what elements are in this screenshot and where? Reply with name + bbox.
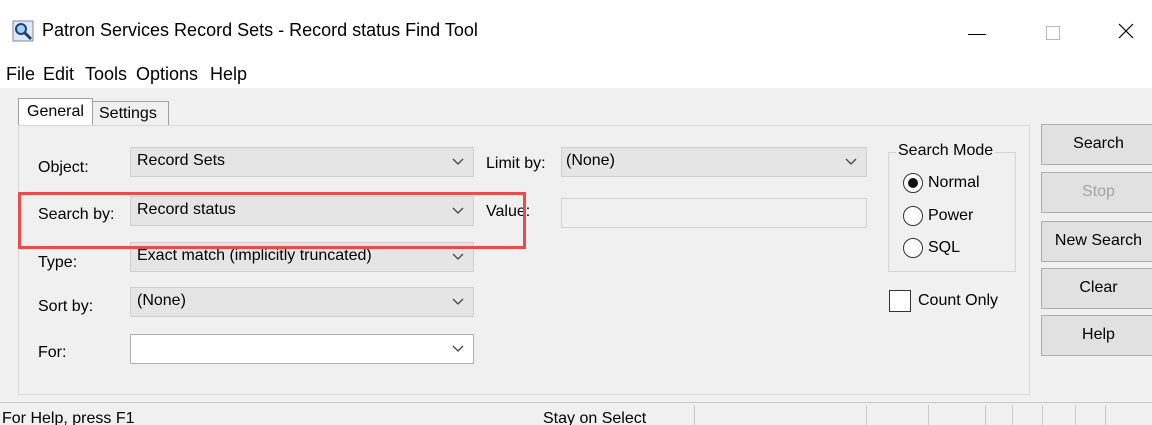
menu-bar: File Edit Tools Options Help xyxy=(0,62,1152,88)
status-divider xyxy=(866,405,867,425)
new-search-button[interactable]: New Search xyxy=(1041,221,1152,262)
chevron-down-icon xyxy=(452,345,464,352)
chevron-down-icon xyxy=(452,253,464,260)
status-divider xyxy=(1012,405,1013,425)
window-title: Patron Services Record Sets - Record sta… xyxy=(42,20,478,40)
minimize-button[interactable] xyxy=(958,14,998,48)
tab-general[interactable]: General xyxy=(18,98,93,126)
type-label: Type: xyxy=(38,254,78,271)
new-search-button-label: New Search xyxy=(1054,232,1143,249)
status-divider xyxy=(1042,405,1043,425)
limit-by-dropdown[interactable]: (None) xyxy=(561,147,867,177)
menu-help[interactable]: Help xyxy=(210,64,247,85)
object-dropdown[interactable]: Record Sets xyxy=(130,147,474,177)
count-only-checkbox[interactable] xyxy=(889,290,911,312)
sort-by-value: (None) xyxy=(137,292,186,309)
menu-tools[interactable]: Tools xyxy=(85,64,127,85)
status-help-text: For Help, press F1 xyxy=(2,410,135,425)
tab-settings[interactable]: Settings xyxy=(93,101,169,126)
power-radio-label: Power xyxy=(928,207,974,224)
close-button[interactable] xyxy=(1104,14,1148,48)
tab-settings-label: Settings xyxy=(99,105,157,122)
help-button-label: Help xyxy=(1082,326,1115,343)
close-icon xyxy=(1118,23,1134,39)
normal-radio-label: Normal xyxy=(928,174,980,191)
object-label: Object: xyxy=(38,159,89,176)
clear-button-label: Clear xyxy=(1079,279,1118,296)
power-radio[interactable] xyxy=(903,206,923,226)
search-button[interactable]: Search xyxy=(1041,124,1152,165)
status-divider xyxy=(928,405,929,425)
sql-radio[interactable] xyxy=(903,238,923,258)
status-divider xyxy=(694,405,695,425)
status-bar: For Help, press F1 Stay on Select xyxy=(0,402,1152,425)
chevron-down-icon xyxy=(845,158,857,165)
sort-by-dropdown[interactable]: (None) xyxy=(130,287,474,317)
chevron-down-icon xyxy=(452,158,464,165)
normal-radio[interactable] xyxy=(903,173,923,193)
menu-options[interactable]: Options xyxy=(136,64,198,85)
for-label: For: xyxy=(38,344,67,361)
clear-button[interactable]: Clear xyxy=(1041,268,1152,309)
search-mode-title: Search Mode xyxy=(896,142,996,160)
value-field[interactable] xyxy=(561,198,867,228)
chevron-down-icon xyxy=(452,298,464,305)
sort-by-label: Sort by: xyxy=(38,298,94,315)
search-by-highlight xyxy=(18,192,526,249)
object-value: Record Sets xyxy=(137,152,226,169)
type-value: Exact match (implicitly truncated) xyxy=(137,247,372,264)
magnifier-app-icon xyxy=(12,20,34,42)
menu-edit[interactable]: Edit xyxy=(43,64,74,85)
for-combo-input[interactable] xyxy=(130,334,474,364)
help-button[interactable]: Help xyxy=(1041,315,1152,356)
tab-general-label: General xyxy=(27,103,84,120)
limit-by-label: Limit by: xyxy=(486,155,546,172)
stop-button-label: Stop xyxy=(1082,183,1115,200)
menu-file[interactable]: File xyxy=(6,64,35,85)
status-divider xyxy=(985,405,986,425)
stop-button[interactable]: Stop xyxy=(1041,172,1152,213)
limit-by-value: (None) xyxy=(566,152,615,169)
maximize-button[interactable] xyxy=(1032,14,1072,48)
status-mode-text: Stay on Select xyxy=(543,410,647,425)
count-only-label: Count Only xyxy=(918,292,999,309)
status-divider xyxy=(1075,405,1076,425)
status-divider xyxy=(1105,405,1106,425)
search-button-label: Search xyxy=(1073,135,1124,152)
sql-radio-label: SQL xyxy=(928,239,961,256)
